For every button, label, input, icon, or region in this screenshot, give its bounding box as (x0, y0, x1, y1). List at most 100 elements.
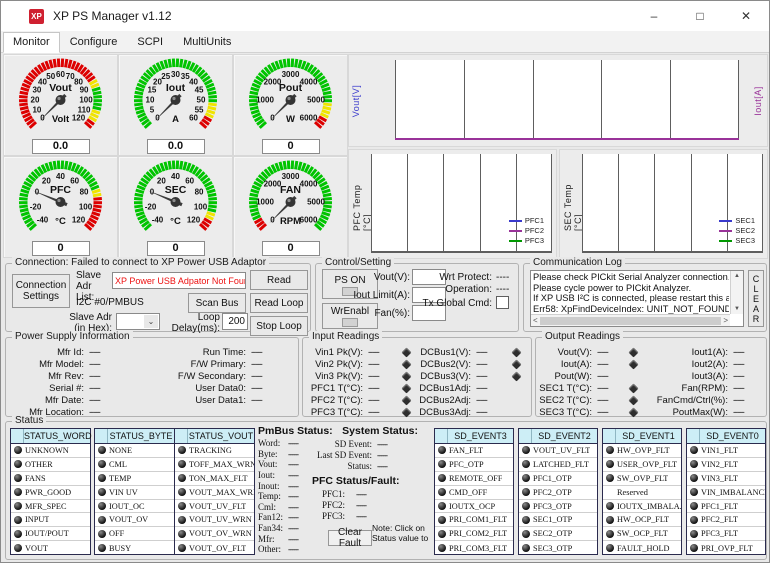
input-reading-row: DCBus3(V):----- (417, 370, 520, 382)
pfc-status-value[interactable]: ----- (356, 489, 366, 499)
tx-global-cmd-checkbox[interactable] (496, 296, 509, 309)
output-readings-left-column: Vout(V):-----Iout(A):-----Pout(W):-----S… (538, 346, 637, 418)
tab-multiunits[interactable]: MultiUnits (173, 32, 241, 53)
sd-event-header: SD_EVENT2 (519, 429, 597, 444)
status-row-label: UNKNOWN (25, 446, 69, 455)
input-reading-label: DCBus1(V): (417, 347, 471, 358)
maximize-button[interactable]: □ (677, 1, 723, 31)
pmbus-status-value[interactable]: ----- (288, 534, 298, 544)
comm-log-textbox[interactable]: Please check PICkit Serial Analyzer conn… (530, 270, 744, 327)
status-led-icon (438, 460, 446, 468)
minimize-button[interactable]: – (631, 1, 677, 31)
sd-event-row: LATCHED_FLT (519, 458, 597, 472)
chart-plot-area: SEC1SEC2SEC3 (582, 154, 763, 253)
pfc-status-value[interactable]: ----- (356, 500, 366, 510)
status-row-label: TOFF_MAX_WRN (189, 460, 254, 469)
connection-group-title: Connection: Failed to connect to XP Powe… (12, 257, 269, 268)
sd-event-row-label: PFC1_FLT (701, 502, 738, 511)
tab-monitor[interactable]: Monitor (3, 32, 60, 53)
input-reading-label: DCBus3Adj: (417, 407, 471, 418)
output-reading-label: SEC3 T(°C): (538, 407, 592, 418)
stop-loop-button[interactable]: Stop Loop (250, 316, 308, 336)
operation-label: Operation: (434, 284, 492, 295)
sd-event-row: SEC3_OTP (519, 541, 597, 555)
sd-event-row-label: SEC3_OTP (533, 544, 572, 553)
clear-log-button[interactable]: CLEAR (748, 270, 764, 327)
scan-bus-button[interactable]: Scan Bus (188, 293, 246, 313)
svg-text:30: 30 (32, 86, 41, 95)
sd-event-row: HW_OVP_FLT (603, 444, 681, 458)
sd-event-row-label: VIN1_FLT (701, 446, 738, 455)
svg-text:60: 60 (56, 70, 65, 79)
status-led-icon (178, 502, 186, 510)
status-led-icon (522, 544, 530, 552)
output-reading-row: Fan(RPM):----- (648, 382, 763, 394)
pmbus-status-value[interactable]: ----- (288, 544, 298, 554)
tab-configure[interactable]: Configure (60, 32, 128, 53)
sd-event-row: USER_OVP_FLT (603, 458, 681, 472)
system-status-value[interactable]: ----- (377, 450, 387, 460)
status-led-icon (438, 474, 446, 482)
clear-fault-button[interactable]: Clear Fault (328, 530, 372, 546)
output-reading-value: ----- (597, 359, 621, 370)
input-reading-value: ----- (476, 395, 504, 406)
status-led-icon (690, 488, 698, 496)
pfc-status-value[interactable]: ----- (356, 511, 366, 521)
status-led-icon (14, 488, 22, 496)
sd-event-row: SEC2_OTP (519, 527, 597, 541)
pmbus-status-value[interactable]: ----- (288, 459, 298, 469)
vertical-scrollbar[interactable]: ▲ ▼ (730, 271, 743, 314)
input-reading-label: DCBus2(V): (417, 359, 471, 370)
adaptor-status-field[interactable]: XP Power USB Adpator Not Found (112, 272, 246, 289)
svg-text:100: 100 (79, 96, 93, 105)
pmbus-status-value[interactable]: ----- (288, 502, 298, 512)
system-status-value[interactable]: ----- (377, 461, 387, 471)
scroll-up-icon[interactable]: ▲ (734, 273, 740, 279)
status-led-icon (606, 530, 614, 538)
system-status-label: SD Event: (298, 439, 372, 449)
connection-settings-button[interactable]: Connection Settings (12, 274, 70, 308)
input-reading-value: ----- (368, 371, 394, 382)
sd-event-row: PFC1_FLT (687, 500, 765, 514)
svg-text:Volt: Volt (52, 114, 70, 125)
scrollbar-thumb[interactable] (540, 317, 722, 325)
ps-info-label: F/W Secondary: (158, 371, 246, 382)
input-readings-left-column: Vin1 Pk(V):-----Vin2 Pk(V):-----Vin3 Pk(… (309, 346, 410, 418)
pfc-status-row: PFC1:----- (322, 488, 418, 499)
horizontal-scrollbar[interactable]: < > (531, 314, 730, 326)
sd-event-row-label: VIN3_FLT (701, 474, 738, 483)
read-button[interactable]: Read (250, 270, 308, 290)
pmbus-status-value[interactable]: ----- (288, 491, 298, 501)
system-status-row: Last SD Event:----- (298, 449, 418, 460)
slave-adr-select[interactable]: ⌄ (116, 313, 160, 330)
scroll-down-icon[interactable]: ▼ (734, 306, 740, 312)
pmbus-status-label: Word: (258, 438, 288, 448)
close-button[interactable]: ✕ (723, 1, 769, 31)
scroll-right-icon[interactable]: > (723, 316, 728, 325)
scroll-left-icon[interactable]: < (533, 316, 538, 325)
pmbus-status-value[interactable]: ----- (288, 438, 298, 448)
pmbus-status-value[interactable]: ----- (288, 481, 298, 491)
pmbus-status-value[interactable]: ----- (288, 512, 298, 522)
pmbus-status-label: Mfr: (258, 534, 288, 544)
status-led-icon (178, 446, 186, 454)
loop-delay-input[interactable] (222, 313, 248, 330)
input-reading-value: ----- (476, 407, 504, 418)
pmbus-status-value[interactable]: ----- (288, 449, 298, 459)
pmbus-status-value[interactable]: ----- (288, 523, 298, 533)
sd-event-row: SW_OCP_FLT (603, 527, 681, 541)
output-reading-value: ----- (597, 383, 621, 394)
status-led-icon (178, 544, 186, 552)
read-loop-button[interactable]: Read Loop (250, 293, 308, 313)
legend-line-swatch (719, 230, 732, 232)
input-reading-value: ----- (368, 407, 394, 418)
clear-button-letter: E (753, 294, 759, 304)
header-led-column (435, 429, 448, 443)
ps-info-label: Mfr Rev: (10, 371, 84, 382)
output-reading-value: ----- (733, 383, 763, 394)
system-status-value[interactable]: ----- (377, 439, 387, 449)
svg-text:80: 80 (195, 188, 204, 197)
ps-info-value: ----- (251, 371, 285, 382)
pmbus-status-value[interactable]: ----- (288, 470, 298, 480)
tab-scpi[interactable]: SCPI (127, 32, 173, 53)
